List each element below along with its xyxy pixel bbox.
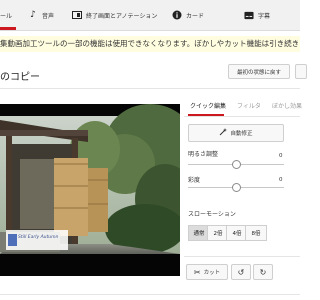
brightness-slider-handle[interactable] bbox=[232, 160, 241, 169]
nav-label-end-screen: 終了画面とアノテーション bbox=[86, 12, 158, 20]
slow-motion-8x[interactable]: 8倍 bbox=[245, 225, 267, 241]
info-icon bbox=[172, 10, 182, 20]
tab-filters[interactable]: フィルタ bbox=[237, 101, 261, 110]
slow-motion-label: スローモーション bbox=[188, 211, 236, 218]
video-watermark: Still Early Autumn bbox=[18, 235, 59, 240]
notice-text: 集動画加工ツールの一部の機能は使用できなくなります。ぼかしやカット機能は引き続き… bbox=[0, 39, 300, 48]
scissors-icon: ✂ bbox=[193, 267, 201, 277]
auto-fix-button[interactable]: 自動修正 bbox=[188, 124, 284, 142]
nav-tab-enhancements[interactable]: ール bbox=[0, 0, 12, 30]
nav-tab-audio[interactable]: ♪ 音声 bbox=[28, 0, 54, 30]
cut-label: カット bbox=[203, 270, 221, 276]
rotate-right-button[interactable]: ↻ bbox=[253, 264, 273, 280]
cut-button[interactable]: ✂ カット bbox=[186, 264, 228, 280]
nav-tab-captions[interactable]: 字幕 bbox=[244, 0, 270, 30]
tab-blur-effects[interactable]: ぼかし効果 bbox=[272, 101, 302, 110]
rotate-left-button[interactable]: ↺ bbox=[231, 264, 251, 280]
nav-label-audio: 音声 bbox=[42, 12, 55, 20]
header-divider bbox=[0, 88, 300, 89]
saturation-slider-handle[interactable] bbox=[232, 183, 241, 192]
nav-label-enhancements: ール bbox=[0, 12, 13, 20]
tools-divider bbox=[184, 256, 300, 257]
video-frame-image bbox=[0, 104, 180, 276]
nav-label-cards: カード bbox=[186, 12, 205, 20]
saturation-label: 彩度 bbox=[188, 177, 201, 184]
nav-tab-cards[interactable]: カード bbox=[172, 0, 204, 30]
captions-icon bbox=[244, 10, 254, 20]
revert-button[interactable]: 最初の状態に戻す bbox=[228, 64, 290, 79]
save-button[interactable] bbox=[295, 64, 307, 79]
active-tab-indicator bbox=[0, 27, 16, 30]
brightness-label: 明るさ調整 bbox=[188, 151, 219, 158]
auto-fix-label: 自動修正 bbox=[230, 131, 253, 137]
brightness-value: 0 bbox=[279, 153, 283, 159]
music-note-icon: ♪ bbox=[30, 10, 36, 20]
video-preview[interactable]: Still Early Autumn bbox=[0, 104, 180, 276]
magic-wand-icon bbox=[219, 128, 228, 138]
rotate-right-icon: ↻ bbox=[259, 267, 267, 277]
saturation-value: 0 bbox=[279, 177, 283, 183]
nav-label-captions: 字幕 bbox=[258, 12, 271, 20]
rotate-left-icon: ↺ bbox=[237, 267, 245, 277]
end-screen-icon bbox=[72, 10, 82, 20]
nav-tab-end-screen[interactable]: 終了画面とアノテーション bbox=[72, 0, 157, 30]
bottom-divider bbox=[0, 294, 300, 295]
tab-quick-edit[interactable]: クイック編集 bbox=[190, 101, 226, 110]
panel-tab-divider bbox=[184, 116, 300, 117]
page-title: のコピー bbox=[0, 72, 40, 83]
